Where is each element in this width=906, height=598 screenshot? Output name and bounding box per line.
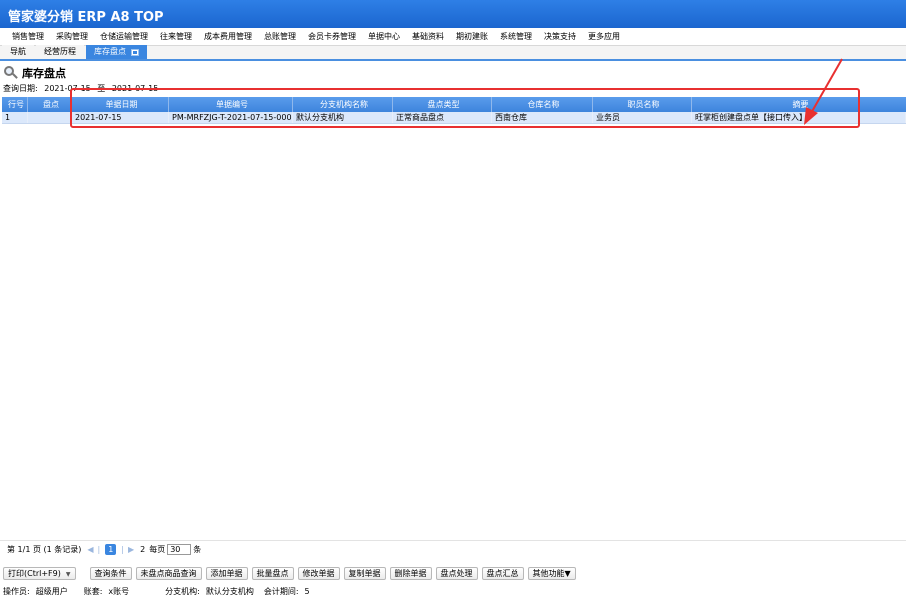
cell-doc-date: 2021-07-15 [72,112,169,123]
print-button-label: 打印(Ctrl+F9) [8,568,61,578]
chevron-down-icon[interactable]: ▼ [66,571,71,578]
other-functions-button[interactable]: 其他功能▼ [527,566,576,580]
page-button-next[interactable]: 2 [140,545,145,554]
query-date-label: 查询日期: [3,84,38,93]
tab-navigation[interactable]: 导航 [2,45,34,59]
period-value: 5 [304,586,310,596]
col-header-doc-date[interactable]: 单据日期 [72,97,169,112]
menu-item-basic-data[interactable]: 基础资料 [406,28,450,46]
status-bar: 操作员: 超级用户 账套: x账号 分支机构: 默认分支机构 会计期间: 5 [0,584,906,598]
menu-item-sales[interactable]: 销售管理 [6,28,50,46]
count-summary-button[interactable]: 盘点汇总 [481,566,524,580]
edit-document-button[interactable]: 修改单据 [297,566,340,580]
menu-item-ledger[interactable]: 总账管理 [258,28,302,46]
menu-item-opening[interactable]: 期初建账 [450,28,494,46]
period-label: 会计期间: [263,586,299,596]
menu-item-warehouse[interactable]: 仓储运输管理 [94,28,154,46]
query-conditions-button[interactable]: 查询条件 [89,566,132,580]
col-header-staff[interactable]: 职员名称 [593,97,692,112]
page-button-current[interactable]: 1 [105,544,117,555]
next-page-separator: | [121,545,124,554]
account-label: 账套: [83,586,103,596]
table-row[interactable]: 1 2021-07-15 PM-MRFZJG-T-2021-07-15-0001… [2,112,906,124]
menu-item-documents[interactable]: 单据中心 [362,28,406,46]
copy-document-button[interactable]: 复制单据 [343,566,386,580]
cell-staff: 业务员 [593,112,692,123]
uncounted-goods-query-button[interactable]: 未盘点商品查询 [135,566,202,580]
menu-item-member[interactable]: 会员卡券管理 [302,28,362,46]
per-page-unit: 条 [193,545,202,554]
prev-page-separator: | [97,545,101,554]
menu-item-purchase[interactable]: 采购管理 [50,28,94,46]
branch-value: 默认分支机构 [205,586,254,596]
close-tab-icon[interactable] [131,48,139,56]
pager-summary: 第 1/1 页 (1 条记录) [7,545,82,554]
print-button[interactable]: 打印(Ctrl+F9) ▼ [3,566,76,580]
col-header-summary[interactable]: 摘要 [692,97,906,112]
cell-doc-number: PM-MRFZJG-T-2021-07-15-0001 [169,112,293,123]
query-date-to: 2021-07-15 [111,84,159,93]
cell-row-number: 1 [2,112,28,123]
app-title: 管家婆分销 ERP A8 TOP [8,10,164,25]
col-header-branch[interactable]: 分支机构名称 [293,97,393,112]
operator-value: 超级用户 [35,586,68,596]
delete-document-button[interactable]: 删除单据 [389,566,432,580]
col-header-count[interactable]: 盘点 [28,97,72,112]
grid-header: 行号 盘点 单据日期 单据编号 分支机构名称 盘点类型 仓库名称 职员名称 摘要 [2,97,906,112]
account-value: x账号 [108,586,130,596]
tab-bar: 导航 经营历程 库存盘点 [0,45,906,61]
cell-warehouse: 西南仓库 [492,112,593,123]
col-header-doc-number[interactable]: 单据编号 [169,97,293,112]
menu-item-system[interactable]: 系统管理 [494,28,538,46]
col-header-count-type[interactable]: 盘点类型 [393,97,492,112]
page-title-area: 库存盘点 [4,65,66,81]
batch-count-button[interactable]: 批量盘点 [251,566,294,580]
menu-bar: 销售管理 采购管理 仓储运输管理 往来管理 成本费用管理 总账管理 会员卡券管理… [0,28,906,46]
operator-label: 操作员: [3,586,30,596]
tab-business-history[interactable]: 经营历程 [36,45,84,59]
query-date: 查询日期: 2021-07-15 至 2021-07-15 [3,83,162,94]
branch-label: 分支机构: [165,586,200,596]
cell-count [28,112,72,123]
menu-item-more-apps[interactable]: 更多应用 [582,28,626,46]
action-toolbar: 打印(Ctrl+F9) ▼ 查询条件 未盘点商品查询 添加单据 批量盘点 修改单据… [0,564,906,582]
inventory-count-grid: 行号 盘点 单据日期 单据编号 分支机构名称 盘点类型 仓库名称 职员名称 摘要… [2,97,906,124]
pager: 第 1/1 页 (1 条记录) ◀ | 1 | ▶ 2 每页 条 [0,540,906,558]
col-header-row-number[interactable]: 行号 [2,97,28,112]
cell-summary: 旺掌柜创建盘点单【接口传入】 [692,112,906,123]
magnifier-icon [4,66,18,80]
menu-item-decision[interactable]: 决策支持 [538,28,582,46]
add-document-button[interactable]: 添加单据 [205,566,248,580]
tab-inventory-count[interactable]: 库存盘点 [86,45,147,59]
cell-count-type: 正常商品盘点 [393,112,492,123]
title-bar: 管家婆分销 ERP A8 TOP [0,0,906,28]
tab-label: 库存盘点 [94,47,126,56]
per-page-label: 每页 [149,545,166,554]
menu-item-accounts[interactable]: 往来管理 [154,28,198,46]
per-page-input[interactable] [167,544,192,555]
next-page-icon[interactable]: ▶ [128,545,134,554]
query-date-separator: 至 [97,84,106,93]
query-date-from: 2021-07-15 [44,84,91,93]
count-processing-button[interactable]: 盘点处理 [435,566,478,580]
page-title: 库存盘点 [22,67,66,80]
cell-branch: 默认分支机构 [293,112,393,123]
col-header-warehouse[interactable]: 仓库名称 [492,97,593,112]
first-page-icon[interactable]: ◀ [87,545,93,554]
menu-item-cost[interactable]: 成本费用管理 [198,28,258,46]
